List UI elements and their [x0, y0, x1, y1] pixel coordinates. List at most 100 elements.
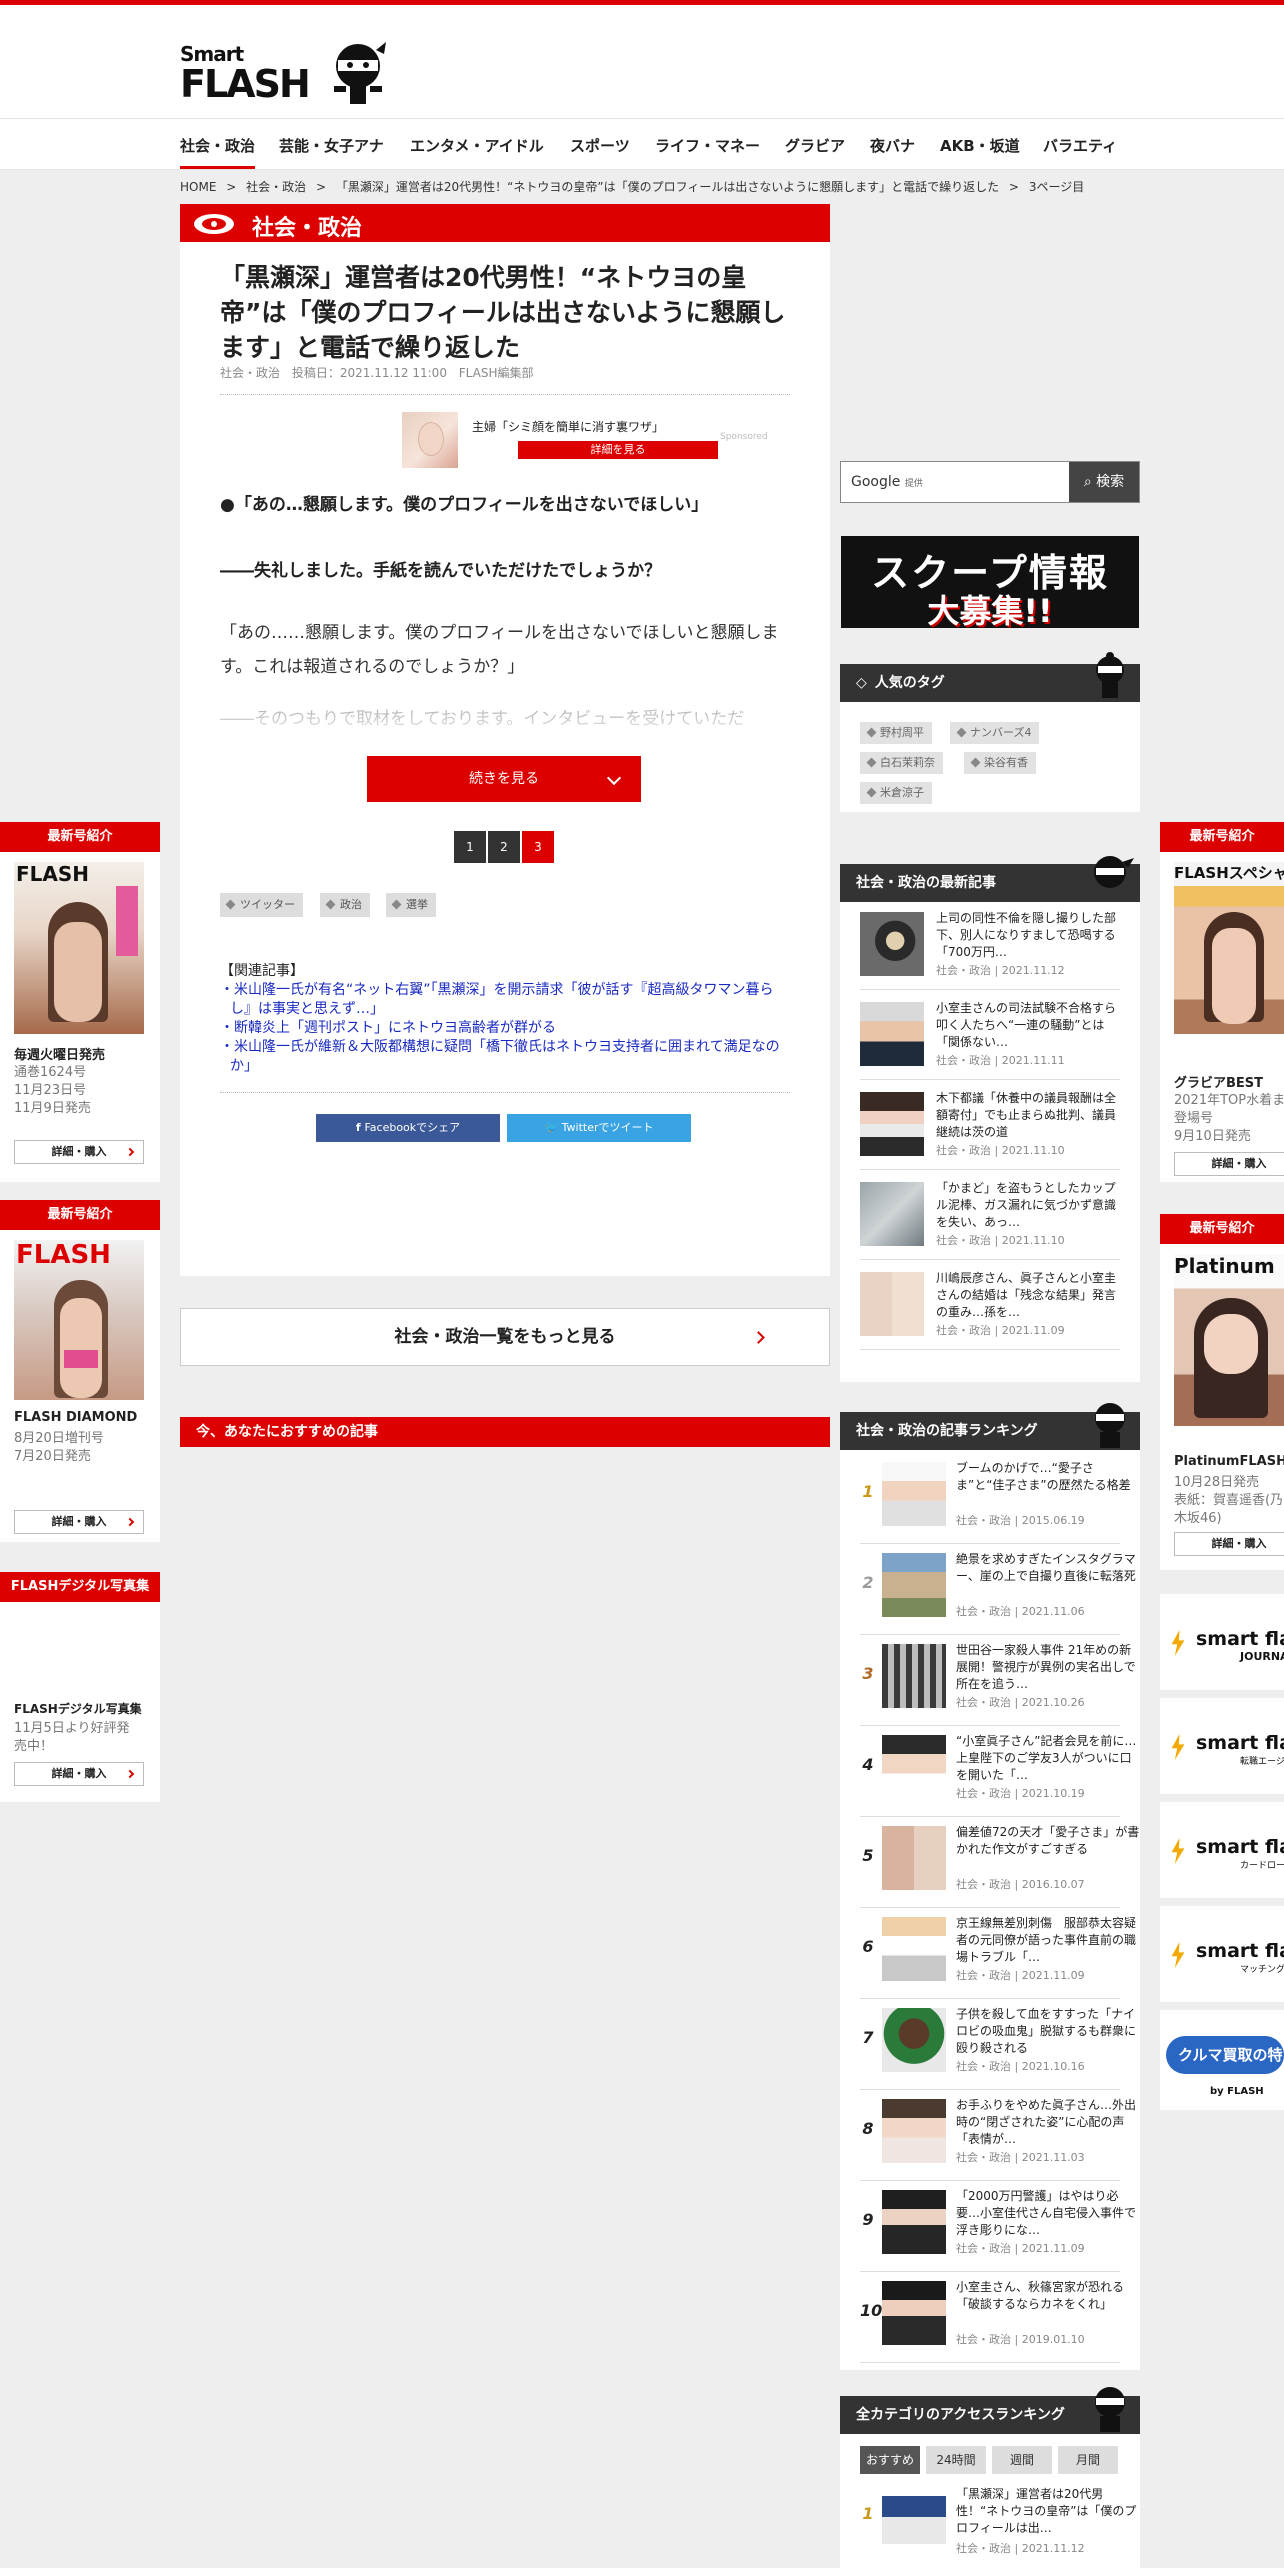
- related-link[interactable]: ・断韓炎上「週刊ポスト」にネトウヨ高齢者が群がる: [220, 1019, 790, 1038]
- scoop-recruit-banner[interactable]: スクープ情報 大募集!!: [841, 536, 1139, 630]
- ranking-item[interactable]: 7 子供を殺して血をすすった「ナイロビの吸血鬼」脱獄するも群衆に殴り殺される 社会・…: [860, 2000, 1136, 2090]
- tag-election[interactable]: 選挙: [386, 893, 436, 917]
- meta-category[interactable]: 社会・政治: [220, 366, 280, 380]
- page-2-button[interactable]: 2: [488, 831, 520, 863]
- article-meta: 社会・政治 | 2021.10.16: [956, 2060, 1085, 2073]
- popular-tag[interactable]: ナンバーズ4: [950, 722, 1040, 744]
- breadcrumb-category[interactable]: 社会・政治: [246, 180, 306, 194]
- tab-24h[interactable]: 24時間: [926, 2446, 986, 2474]
- popular-tag[interactable]: 染谷有香: [964, 752, 1036, 774]
- category-emblem-icon: [194, 214, 234, 234]
- magazine-name: 毎週火曜日発売: [14, 1048, 106, 1063]
- article-meta: 社会・政治 | 2021.11.10: [936, 1144, 1065, 1157]
- article-meta: 社会・政治 | 2021.10.19: [956, 1787, 1085, 1800]
- bolt-icon: [1171, 1734, 1185, 1760]
- tab-recommended[interactable]: おすすめ: [860, 2446, 920, 2474]
- nav-item-idol[interactable]: エンタメ・アイドル: [410, 135, 544, 156]
- ranking-item[interactable]: 2 絶景を求めすぎたインスタグラマー、崖の上で自撮り直後に転落死 社会・政治 | 2…: [860, 1545, 1136, 1635]
- site-logo[interactable]: Smart FLASH: [180, 38, 390, 110]
- tab-weekly[interactable]: 週間: [992, 2446, 1052, 2474]
- article-title: ブームのかげで…“愛子さま”と“佳子さま”の歴然たる格差: [956, 1461, 1131, 1492]
- tag-politics[interactable]: 政治: [320, 893, 370, 917]
- ranking-item[interactable]: 1 ブームのかげで…“愛子さま”と“佳子さま”の歴然たる格差 社会・政治 | 201…: [860, 1454, 1131, 1544]
- page-1-button[interactable]: 1: [454, 831, 486, 863]
- related-articles: 【関連記事】 ・米山隆一氏が有名“ネット右翼”「黒瀬深」を開示請求「彼が話す『超…: [220, 962, 790, 1076]
- issue-info: 8月20日増刊号 7月20日発売: [14, 1430, 104, 1466]
- page-3-button[interactable]: 3: [522, 831, 554, 863]
- nav-item-gravure[interactable]: グラビア: [785, 135, 845, 156]
- article-thumbnail: [882, 1644, 946, 1708]
- breadcrumb-sep: >: [226, 180, 237, 194]
- twitter-share-button[interactable]: 🐦 Twitterでツイート: [507, 1114, 691, 1142]
- facebook-share-button[interactable]: f Facebookでシェア: [316, 1114, 500, 1142]
- digital-photobook-widget: FLASHデジタル写真集 FLASHデジタル写真集 11月5日より好評発 売中！…: [0, 1572, 160, 1802]
- detail-purchase-button[interactable]: 詳細・購入: [14, 1762, 144, 1786]
- ad-thumbnail: [402, 412, 458, 468]
- cover-logo: FLASH: [16, 862, 90, 886]
- access-ranking-item[interactable]: 1 「黒瀬深」運営者は20代男性！“ネトウヨの皇帝”は「僕のプロフィールは出… …: [860, 2482, 1136, 2562]
- read-more-button[interactable]: 続きを見る: [367, 756, 641, 802]
- detail-purchase-button[interactable]: 詳細・購入: [14, 1510, 144, 1534]
- article-thumbnail: [882, 2099, 946, 2163]
- ranking-item[interactable]: 10 小室圭さん、秋篠宮家が恐れる「破談するならカネをくれ」 社会・政治 | 201…: [860, 2273, 1124, 2363]
- nav-item-society[interactable]: 社会・政治: [180, 135, 256, 169]
- popular-tag[interactable]: 野村周平: [860, 722, 932, 744]
- detail-purchase-button[interactable]: 詳細・購入: [14, 1140, 144, 1164]
- nav-item-akb[interactable]: AKB・坂道: [940, 135, 1020, 156]
- search-button[interactable]: ⌕ 検索: [1069, 462, 1139, 502]
- detail-label: 詳細・購入: [1211, 1537, 1267, 1550]
- nav-item-life-money[interactable]: ライフ・マネー: [655, 135, 760, 156]
- article-title: 「黒瀬深」運営者は20代男性！“ネトウヨの皇帝”は「僕のプロフィールは出…: [956, 2487, 1137, 2535]
- ad-detail-button[interactable]: 詳細を見る: [518, 441, 718, 459]
- latest-article-item[interactable]: 川嶋辰彦さん、眞子さんと小室圭さんの結婚は「残念な結果」発言の重み…孫を… 社会…: [860, 1266, 1120, 1350]
- access-ranking-box: 全カテゴリのアクセスランキング おすすめ 24時間 週間 月間 1 「黒瀬深」運…: [840, 2387, 1140, 2568]
- detail-purchase-button[interactable]: 詳細・購入: [1174, 1532, 1284, 1556]
- popular-tag[interactable]: 米倉涼子: [860, 782, 932, 804]
- search-button-label: 検索: [1096, 474, 1125, 490]
- ranking-item[interactable]: 6 京王線無差別刺傷 服部恭太容疑者の元同僚が語った事件直前の職場トラブル「… 社会…: [860, 1909, 1136, 1999]
- ranking-item[interactable]: 3 世田谷一家殺人事件 21年めの新展開！警視庁が異例の実名出しで所在を追う… 社会…: [860, 1636, 1136, 1726]
- info-line: 木坂46): [1174, 1511, 1222, 1526]
- ranking-item[interactable]: 9 「2000万円警護」はやはり必要…小室佳代さん自宅侵入事件で浮き彫りにな… 社会…: [860, 2182, 1136, 2272]
- magazine-cover[interactable]: FLASHスペシャ: [1174, 862, 1284, 1034]
- banner-title: クルマ買取の特: [1178, 2046, 1283, 2064]
- breadcrumb: HOME > 社会・政治 > 「黒瀬深」運営者は20代男性！“ネトウヨの皇帝”は…: [180, 178, 1090, 195]
- latest-article-item[interactable]: 「かまど」を盗もうとしたカップル泥棒、ガス漏れに気づかず意識を失い、あっ… 社会…: [860, 1176, 1120, 1260]
- ranking-item[interactable]: 4 “小室眞子さん”記者会見を前に…上皇陛下のご学友3人がついに口を開いた「… 社会…: [860, 1727, 1136, 1817]
- tag-twitter[interactable]: ツイッター: [220, 893, 303, 917]
- nav-item-night[interactable]: 夜バナ: [870, 135, 915, 156]
- search-input[interactable]: Google 提供: [851, 474, 923, 490]
- breadcrumb-home[interactable]: HOME: [180, 180, 216, 194]
- ranking-item[interactable]: 8 お手ふりをやめた眞子さん…外出時の“閉ざされた姿”に心配の声「表情が… 社会・政…: [860, 2091, 1136, 2181]
- ad-text: 主婦「シミ顔を簡単に消す裏ワザ」: [472, 420, 665, 434]
- latest-article-item[interactable]: 上司の同性不倫を隠し撮りした部下、別人になりすまして恐喝する「700万円… 社会…: [860, 906, 1120, 990]
- article-title: お手ふりをやめた眞子さん…外出時の“閉ざされた姿”に心配の声「表情が…: [956, 2098, 1137, 2146]
- magazine-cover[interactable]: FLASH: [14, 862, 144, 1034]
- magazine-cover[interactable]: FLASH: [14, 1240, 144, 1400]
- tab-monthly[interactable]: 月間: [1058, 2446, 1118, 2474]
- journal-banner[interactable]: smart flashJOURNAL: [1160, 1594, 1284, 1690]
- latest-article-item[interactable]: 小室圭さんの司法試験不合格すら叩く人たちへ“一連の騒動”とは「関係ない… 社会・…: [860, 996, 1120, 1080]
- ranking-item[interactable]: 5 偏差値72の天才「愛子さま」が書かれた作文がすごすぎる 社会・政治 | 2016…: [860, 1818, 1139, 1908]
- car-buyback-banner[interactable]: クルマ買取の特 by FLASH: [1160, 2010, 1284, 2110]
- matching-app-banner[interactable]: smart fla マッチングアプリ: [1160, 1906, 1284, 2002]
- latest-article-item[interactable]: 木下都議「休養中の議員報酬は全額寄付」でも止まらぬ批判、議員継続は茨の道 社会・…: [860, 1086, 1120, 1170]
- more-category-articles-button[interactable]: 社会・政治一覧をもっと見る: [180, 1308, 830, 1366]
- nav-item-entertainment[interactable]: 芸能・女子アナ: [279, 135, 384, 156]
- diamond-issue-widget: 最新号紹介 FLASH FLASH DIAMOND 8月20日増刊号 7月20日…: [0, 1200, 160, 1542]
- banner-sub: JOURNAL: [1240, 1650, 1284, 1663]
- rank-number: 5: [862, 1846, 874, 1865]
- cardloan-banner[interactable]: smart fla カードローン: [1160, 1802, 1284, 1898]
- article-title: 上司の同性不倫を隠し撮りした部下、別人になりすまして恐喝する「700万円…: [936, 911, 1117, 959]
- related-link[interactable]: ・米山隆一氏が有名“ネット右翼”「黒瀬深」を開示請求「彼が話す『超高級タワマン暮…: [220, 981, 790, 1019]
- sponsored-ad[interactable]: 主婦「シミ顔を簡単に消す裏ワザ」 詳細を見る Sponsored: [402, 412, 772, 468]
- nav-item-variety[interactable]: バラエティ: [1043, 135, 1117, 156]
- detail-purchase-button[interactable]: 詳細・購入: [1174, 1152, 1284, 1176]
- magazine-cover[interactable]: Platinum: [1174, 1254, 1284, 1426]
- nav-item-sports[interactable]: スポーツ: [570, 135, 630, 156]
- breadcrumb-article[interactable]: 「黒瀬深」運営者は20代男性！“ネトウヨの皇帝”は「僕のプロフィールは出さないよ…: [336, 180, 999, 194]
- category-ranking-box: 社会・政治の記事ランキング 1 ブームのかげで…“愛子さま”と“佳子さま”の歴然た…: [840, 1403, 1140, 2370]
- career-banner[interactable]: smart fla 転職エージェント: [1160, 1698, 1284, 1794]
- popular-tag[interactable]: 白石茉莉奈: [860, 752, 943, 774]
- related-link[interactable]: ・米山隆一氏が維新＆大阪都構想に疑問「橋下徹氏はネトウヨ支持者に囲まれて満足なの…: [220, 1038, 790, 1076]
